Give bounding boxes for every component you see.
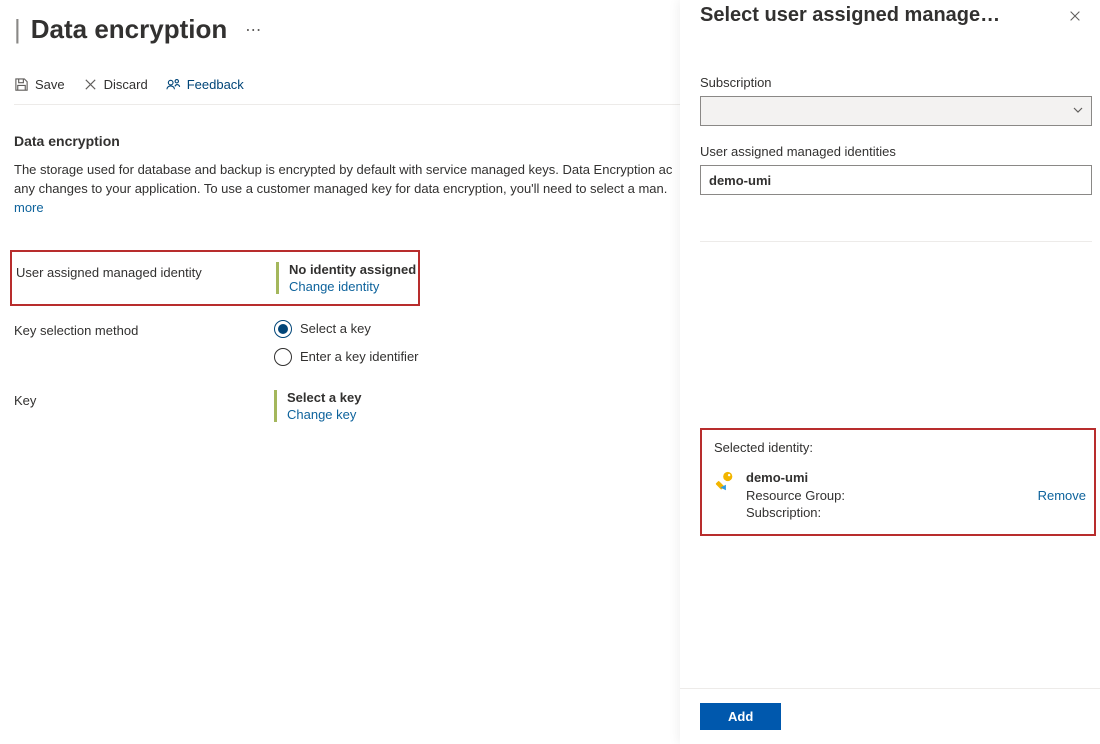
close-icon (83, 77, 98, 92)
identity-key-icon (714, 471, 736, 493)
save-button-label: Save (35, 77, 65, 92)
panel-footer: Add (680, 688, 1100, 744)
identity-subscription: Subscription: (746, 504, 1028, 522)
key-label: Key (14, 390, 274, 408)
page-title: Data encryption (31, 14, 228, 45)
panel-title: Select user assigned manage… (700, 4, 1000, 27)
uami-dropdown[interactable] (700, 165, 1092, 195)
panel-divider (700, 241, 1092, 242)
key-method-radio-group: Select a key Enter a key identifier (274, 320, 419, 366)
subscription-dropdown[interactable] (700, 96, 1092, 126)
change-identity-link[interactable]: Change identity (289, 279, 416, 294)
subscription-input[interactable] (700, 96, 1092, 126)
identity-resource-group: Resource Group: (746, 487, 1028, 505)
key-method-label: Key selection method (14, 320, 274, 338)
discard-button[interactable]: Discard (83, 77, 148, 92)
command-bar: Save Discard Feedback (14, 77, 680, 105)
radio-icon (274, 348, 292, 366)
identity-row-highlight: User assigned managed identity No identi… (10, 250, 420, 306)
radio-enter-label: Enter a key identifier (300, 349, 419, 364)
learn-more-link[interactable]: more (14, 200, 44, 215)
panel-close-button[interactable] (1064, 5, 1086, 27)
description-text-2: any changes to your application. To use … (14, 181, 667, 196)
identity-value: No identity assigned (289, 262, 416, 277)
radio-icon (274, 320, 292, 338)
selected-identity-highlight: Selected identity: demo-umi Resource Gro (700, 428, 1096, 536)
add-button[interactable]: Add (700, 703, 781, 730)
radio-enter-key-identifier[interactable]: Enter a key identifier (274, 348, 419, 366)
more-actions-button[interactable]: ⋯ (239, 16, 267, 44)
identity-name: demo-umi (746, 469, 1028, 487)
uami-label: User assigned managed identities (700, 144, 1100, 159)
feedback-icon (166, 77, 181, 92)
selected-identity-row: demo-umi Resource Group: Subscription: R… (714, 469, 1086, 522)
section-heading: Data encryption (14, 133, 680, 149)
radio-select-a-key[interactable]: Select a key (274, 320, 419, 338)
radio-select-label: Select a key (300, 321, 371, 336)
section-description: The storage used for database and backup… (14, 161, 680, 218)
subscription-label: Subscription (700, 75, 1100, 90)
page-header: | Data encryption ⋯ (14, 14, 680, 45)
uami-input[interactable] (700, 165, 1092, 195)
save-button[interactable]: Save (14, 77, 65, 92)
discard-button-label: Discard (104, 77, 148, 92)
identity-details: demo-umi Resource Group: Subscription: (746, 469, 1028, 522)
remove-identity-link[interactable]: Remove (1038, 488, 1086, 503)
header-divider: | (14, 14, 21, 45)
change-key-link[interactable]: Change key (287, 407, 361, 422)
identity-label: User assigned managed identity (16, 262, 276, 280)
description-text-1: The storage used for database and backup… (14, 162, 672, 177)
select-identity-panel: Select user assigned manage… Subscriptio… (680, 0, 1100, 744)
key-value: Select a key (287, 390, 361, 405)
save-icon (14, 77, 29, 92)
key-value-group: Select a key Change key (274, 390, 361, 422)
selected-identity-label: Selected identity: (714, 440, 1086, 455)
identity-value-group: No identity assigned Change identity (276, 262, 416, 294)
feedback-button-label: Feedback (187, 77, 244, 92)
close-icon (1068, 9, 1082, 23)
feedback-button[interactable]: Feedback (166, 77, 244, 92)
